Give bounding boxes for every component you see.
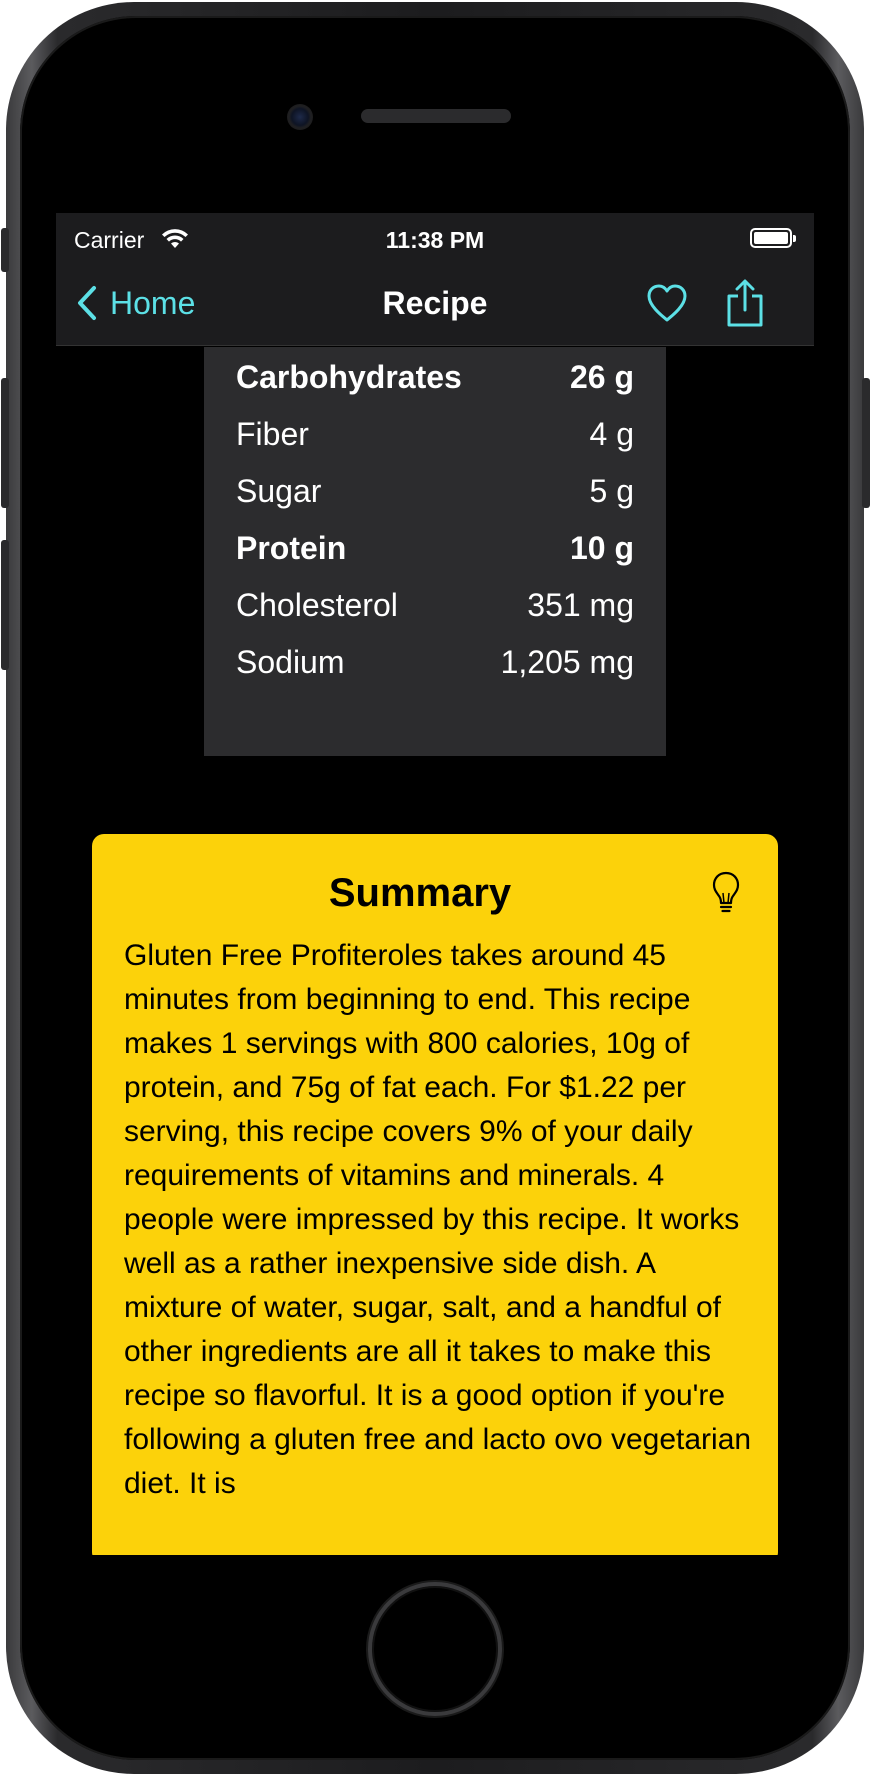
summary-text: Gluten Free Profiteroles takes around 45… bbox=[124, 939, 752, 1500]
nutrition-label: Cholesterol bbox=[236, 586, 398, 623]
screen: Carrier 11:38 PM Home Recipe Carbohydrat… bbox=[56, 213, 814, 1555]
front-camera bbox=[287, 104, 313, 130]
nutrition-value: 4 g bbox=[589, 415, 634, 452]
page-title: Recipe bbox=[382, 285, 488, 321]
nutrition-label: Carbohydrates bbox=[236, 358, 462, 395]
nutrition-row-protein: Protein 10 g bbox=[236, 518, 634, 578]
nutrition-value: 1,205 mg bbox=[500, 643, 634, 680]
nutrition-value: 5 g bbox=[589, 472, 634, 509]
nutrition-label: Sugar bbox=[236, 472, 322, 509]
nutrition-row-sugar: Sugar 5 g bbox=[236, 461, 634, 521]
volume-up-button bbox=[1, 378, 9, 508]
nutrition-label: Sodium bbox=[236, 643, 345, 680]
nutrition-label: Fiber bbox=[236, 415, 309, 452]
lightbulb-icon[interactable] bbox=[712, 871, 740, 920]
nutrition-row-sodium: Sodium 1,205 mg bbox=[236, 632, 634, 692]
nutrition-row-carbohydrates: Carbohydrates 26 g bbox=[236, 347, 634, 407]
status-bar: Carrier 11:38 PM bbox=[56, 213, 814, 263]
power-button bbox=[862, 378, 870, 508]
share-icon[interactable] bbox=[725, 279, 765, 332]
nutrition-value: 26 g bbox=[569, 358, 634, 395]
nutrition-label: Protein bbox=[236, 529, 347, 566]
nutrition-row-fiber: Fiber 4 g bbox=[236, 404, 634, 464]
summary-title: Summary bbox=[328, 871, 512, 915]
nutrition-value: 10 g bbox=[569, 529, 634, 566]
heart-icon[interactable] bbox=[645, 283, 689, 328]
home-button[interactable] bbox=[368, 1582, 502, 1716]
battery-icon bbox=[750, 228, 796, 248]
summary-card: Summary Gluten Free Profiteroles takes a… bbox=[92, 834, 778, 1555]
navigation-bar: Home Recipe bbox=[56, 263, 814, 346]
nutrition-row-cholesterol: Cholesterol 351 mg bbox=[236, 575, 634, 635]
earpiece-speaker bbox=[361, 109, 511, 123]
mute-switch bbox=[1, 228, 9, 272]
nutrition-table: Carbohydrates 26 g Fiber 4 g Sugar 5 g P… bbox=[204, 347, 666, 756]
nutrition-value: 351 mg bbox=[527, 586, 634, 623]
status-time: 11:38 PM bbox=[385, 227, 485, 253]
volume-down-button bbox=[1, 540, 9, 670]
